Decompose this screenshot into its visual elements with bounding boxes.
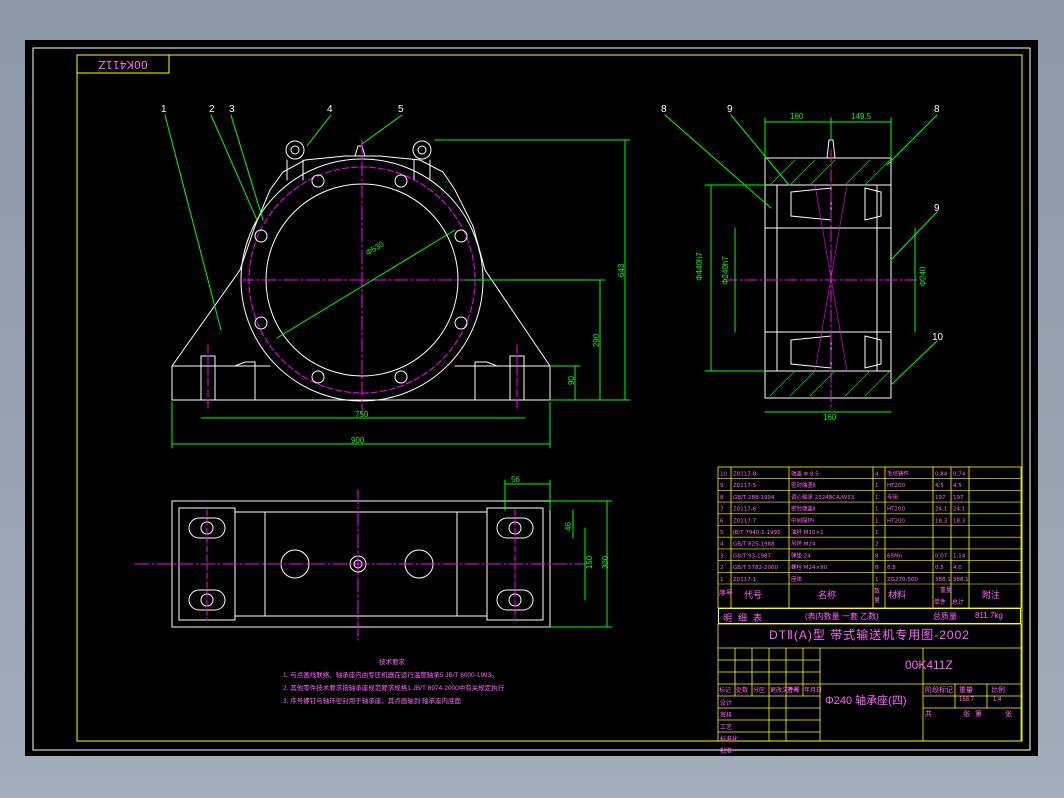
title-block <box>717 623 1022 742</box>
bom-cell: 24.1 <box>935 507 947 513</box>
bom-cell: 10 <box>720 472 727 478</box>
bom-cell: Z0117-8 <box>733 472 757 478</box>
side-housing <box>764 157 892 399</box>
cad-drawing: 00K411Z 10 Z0117-8 端盖 Φ 8.5 4 毛坯铸件 0.84 … <box>32 47 1031 751</box>
bom-cell: 197 <box>935 495 946 501</box>
bom-cell: 1 <box>875 483 879 489</box>
bom-cell: 4.5 <box>953 483 962 489</box>
bom-cell: 4 <box>875 472 879 478</box>
bom-cell: 0.5 <box>935 565 944 571</box>
bom-cell: 1 <box>875 530 879 536</box>
bom-cell: 密封端盖Ⅱ <box>791 505 816 513</box>
bom-cell: 0.07 <box>935 553 948 559</box>
bom-cell: GB/T 5782-2000 <box>733 565 778 571</box>
bom-cell: 4.0 <box>953 565 962 571</box>
drawing-canvas: 00K411Z 10 Z0117-8 端盖 Φ 8.5 4 毛坯铸件 0.84 … <box>25 40 1038 756</box>
bom-cell: GB/T 93-1987 <box>733 553 771 559</box>
bom-cell: 0.74 <box>953 472 966 478</box>
bom-cell: 3 <box>720 553 724 559</box>
bom-cell: 4.5 <box>935 483 944 489</box>
bom-cell: 弹垫 24 <box>791 551 811 559</box>
right-lifting-eye <box>412 140 432 160</box>
bom-cell: HT200 <box>887 483 905 489</box>
bom-cell: 0.84 <box>935 472 948 478</box>
top-view <box>134 479 613 641</box>
bom-cell: 388.1 <box>935 577 951 583</box>
front-body-right <box>379 155 551 367</box>
flipped-code: 00K411Z <box>98 58 148 71</box>
front-body-left <box>171 155 346 367</box>
bom-cell: GB/T 288-1994 <box>733 495 775 501</box>
bom-cell: JB/T 7940.1-1995 <box>732 530 781 536</box>
bom-cell: 8.8 <box>887 565 896 571</box>
bom-cell: 端盖 Φ 8.5 <box>791 470 819 478</box>
bom-cell: HT200 <box>887 507 905 513</box>
bom-cell: 18.3 <box>935 518 948 524</box>
front-view <box>164 114 631 449</box>
bom-cell: 1 <box>720 577 724 583</box>
front-base-outline <box>171 361 551 401</box>
bom-cell: 4 <box>720 542 724 548</box>
bom-cell: 密封端盖Ⅱ <box>791 481 816 489</box>
bom-cell: HT200 <box>887 518 905 524</box>
bom-cell: 8 <box>720 495 724 501</box>
bom-cell: Z0117-5 <box>733 483 757 489</box>
bom-cell: 1 <box>875 518 879 524</box>
bom-cell: 24.1 <box>953 507 965 513</box>
bom-cell: 7 <box>720 507 724 513</box>
bom-cell: 2 <box>875 542 879 548</box>
bom-cell: 中间隔环Ⅰ <box>791 516 815 524</box>
bom-cell: 5 <box>720 530 724 536</box>
bom-cell: 1 <box>875 495 879 501</box>
bom-cell: 吊环 M24 <box>791 541 816 548</box>
bom-cell: GB/T 825-1988 <box>733 542 775 548</box>
bom-cell: 专用 <box>887 493 898 501</box>
bom-cell: 388.1 <box>953 577 969 583</box>
bom-cell: Z0117-6 <box>733 507 757 513</box>
bom-cell: 6 <box>720 518 724 524</box>
bom-cell: 1.14 <box>953 553 966 559</box>
bom-cell: 1 <box>875 577 879 583</box>
bom-cell: 65Mn <box>887 553 903 559</box>
bom-cell: 9 <box>720 483 724 489</box>
bom-cell: 调心轴承 23248CA/W33 <box>791 493 855 501</box>
side-view <box>664 114 938 413</box>
left-lifting-eye <box>285 140 305 160</box>
bom-cell: 毛坯铸件 <box>887 470 910 478</box>
bom-cell: 18.3 <box>953 518 966 524</box>
bom-rows: 10 Z0117-8 端盖 Φ 8.5 4 毛坯铸件 0.84 0.74 9 Z0117-5 密封… <box>717 470 1022 585</box>
bom-cell: Z0117-7 <box>733 518 757 524</box>
bom-cell: ZG270-500 <box>887 577 919 583</box>
bom-cell: 197 <box>953 495 964 501</box>
bom-cell: 2 <box>720 565 724 571</box>
bom-cell: Z0117-1 <box>733 577 756 583</box>
bom-cell: 座体 <box>791 575 803 583</box>
bom-cell: 8 <box>875 565 879 571</box>
bom-cell: 油杯 M10×1 <box>791 528 824 536</box>
bom-cell: 1 <box>875 507 879 513</box>
outer-frame <box>32 47 1031 751</box>
bom-cell: 螺栓 M24×90 <box>791 563 828 571</box>
bom-cell: 8 <box>875 553 879 559</box>
